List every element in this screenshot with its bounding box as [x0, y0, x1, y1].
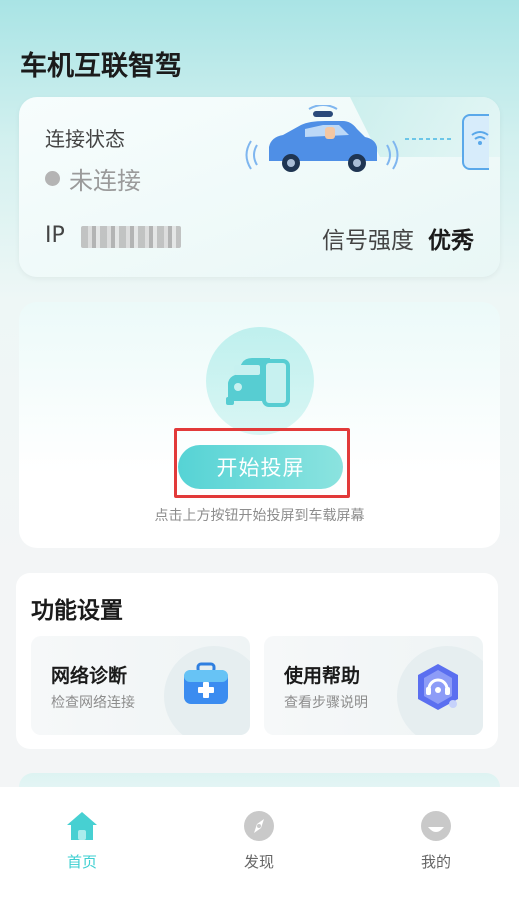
- compass-icon: [244, 811, 274, 841]
- headset-support-icon: [418, 664, 458, 710]
- tab-profile[interactable]: 我的: [396, 809, 476, 872]
- car-phone-icon: [206, 327, 314, 435]
- screen-projection-card: 开始投屏 点击上方按钮开始投屏到车载屏幕: [19, 302, 500, 548]
- medical-kit-icon: [184, 662, 228, 704]
- start-projection-button[interactable]: 开始投屏: [178, 445, 343, 489]
- car-phone-connection-illustration: [245, 105, 489, 172]
- profile-icon: [421, 811, 451, 841]
- network-diagnosis-title: 网络诊断: [51, 665, 128, 687]
- connection-state: 未连接: [45, 161, 141, 196]
- ip-label: IP: [45, 223, 65, 248]
- usage-help-item[interactable]: 使用帮助 查看步骤说明: [264, 636, 483, 735]
- network-diagnosis-subtitle: 检查网络连接: [51, 695, 135, 711]
- tab-discover-label: 发现: [243, 853, 274, 871]
- usage-help-subtitle: 查看步骤说明: [284, 695, 368, 711]
- tab-home-label: 首页: [66, 853, 97, 871]
- function-settings-title: 功能设置: [31, 598, 123, 624]
- network-diagnosis-item[interactable]: 网络诊断 检查网络连接: [31, 636, 250, 735]
- usage-help-title: 使用帮助: [284, 665, 361, 687]
- status-dot-icon: [45, 171, 60, 186]
- function-settings-card: 功能设置 网络诊断 检查网络连接 使用帮助 查看步骤说明: [16, 573, 498, 749]
- connection-state-text: 未连接: [69, 167, 141, 195]
- ip-address-masked: [81, 226, 181, 248]
- signal-strength-label: 信号强度: [322, 228, 414, 254]
- signal-strength-value: 优秀: [428, 228, 474, 254]
- tab-profile-label: 我的: [420, 853, 451, 871]
- bottom-tab-bar: 首页 发现 我的: [0, 787, 519, 898]
- signal-strength: 信号强度 优秀: [322, 221, 474, 255]
- projection-hint: 点击上方按钮开始投屏到车载屏幕: [154, 508, 365, 524]
- page-title: 车机互联智驾: [20, 51, 182, 82]
- home-icon: [67, 812, 97, 840]
- tab-discover[interactable]: 发现: [219, 809, 299, 872]
- tab-home[interactable]: 首页: [42, 809, 122, 872]
- connection-status-card: 连接状态 未连接 IP 信号强度 优秀: [19, 97, 500, 277]
- connection-status-label: 连接状态: [45, 127, 125, 151]
